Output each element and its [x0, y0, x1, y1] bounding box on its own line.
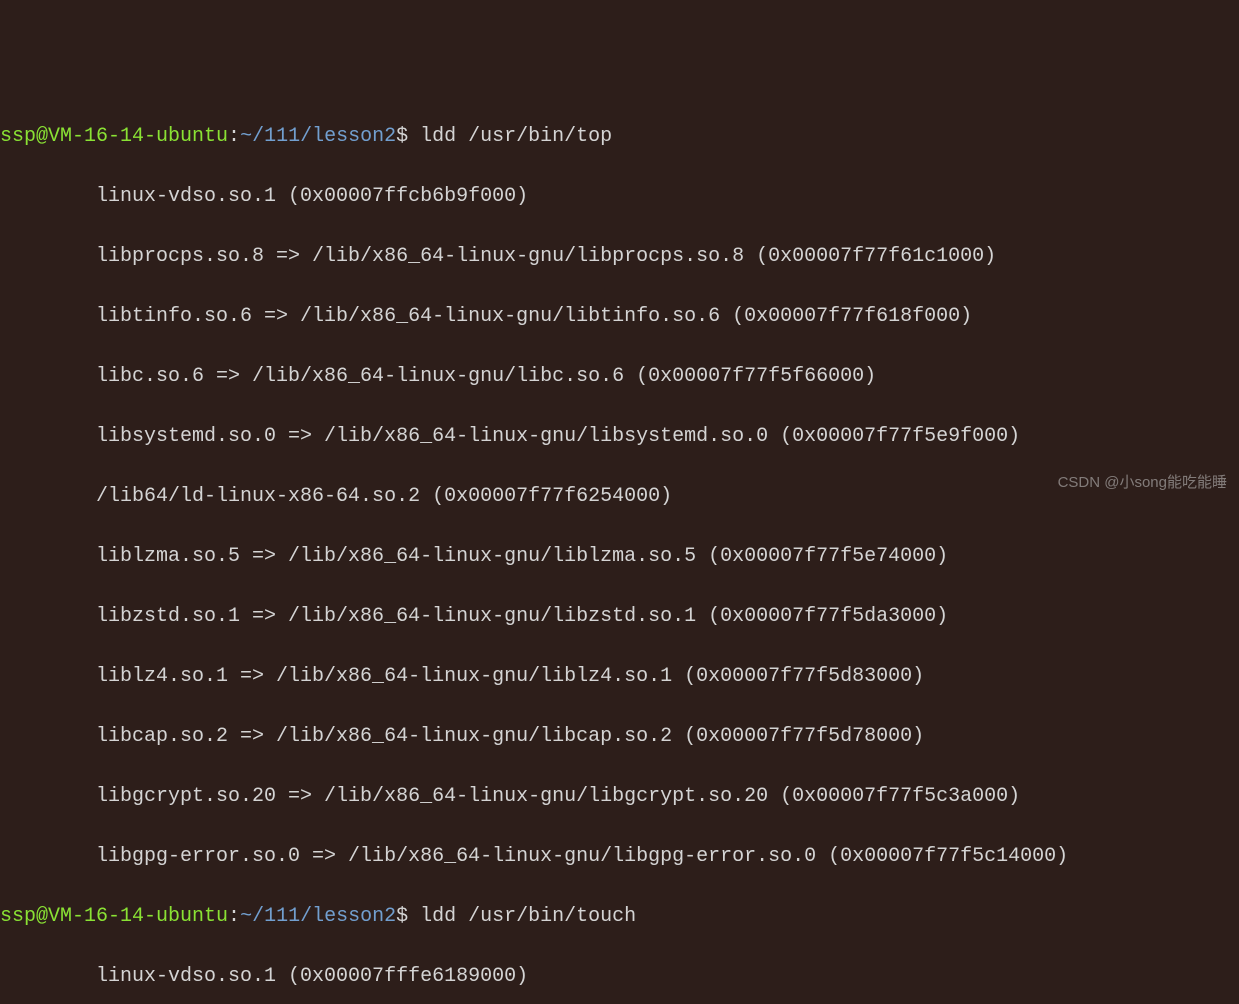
output-line: libgpg-error.so.0 => /lib/x86_64-linux-g…	[0, 842, 1239, 872]
prompt-colon: :	[228, 905, 240, 928]
prompt-line-2[interactable]: ssp@VM-16-14-ubuntu:~/111/lesson2$ ldd /…	[0, 902, 1239, 932]
prompt-path: ~/111/lesson2	[240, 905, 396, 928]
command-text: ldd /usr/bin/touch	[420, 905, 636, 928]
output-line: libtinfo.so.6 => /lib/x86_64-linux-gnu/l…	[0, 302, 1239, 332]
output-line: /lib64/ld-linux-x86-64.so.2 (0x00007f77f…	[0, 482, 1239, 512]
prompt-user-host: ssp@VM-16-14-ubuntu	[0, 905, 228, 928]
prompt-user-host: ssp@VM-16-14-ubuntu	[0, 125, 228, 148]
prompt-dollar: $	[396, 125, 408, 148]
output-line: libgcrypt.so.20 => /lib/x86_64-linux-gnu…	[0, 782, 1239, 812]
output-line: liblzma.so.5 => /lib/x86_64-linux-gnu/li…	[0, 542, 1239, 572]
output-line: libsystemd.so.0 => /lib/x86_64-linux-gnu…	[0, 422, 1239, 452]
watermark-text: CSDN @小song能吃能睡	[1058, 472, 1227, 495]
command-text	[408, 125, 420, 148]
output-line: libcap.so.2 => /lib/x86_64-linux-gnu/lib…	[0, 722, 1239, 752]
command-text: ldd /usr/bin/top	[420, 125, 612, 148]
output-line: libprocps.so.8 => /lib/x86_64-linux-gnu/…	[0, 242, 1239, 272]
prompt-path: ~/111/lesson2	[240, 125, 396, 148]
prompt-colon: :	[228, 125, 240, 148]
command-text	[408, 905, 420, 928]
prompt-line-1[interactable]: ssp@VM-16-14-ubuntu:~/111/lesson2$ ldd /…	[0, 122, 1239, 152]
output-line: linux-vdso.so.1 (0x00007fffe6189000)	[0, 962, 1239, 992]
output-line: libzstd.so.1 => /lib/x86_64-linux-gnu/li…	[0, 602, 1239, 632]
prompt-dollar: $	[396, 905, 408, 928]
output-line: linux-vdso.so.1 (0x00007ffcb6b9f000)	[0, 182, 1239, 212]
output-line: libc.so.6 => /lib/x86_64-linux-gnu/libc.…	[0, 362, 1239, 392]
output-line: liblz4.so.1 => /lib/x86_64-linux-gnu/lib…	[0, 662, 1239, 692]
